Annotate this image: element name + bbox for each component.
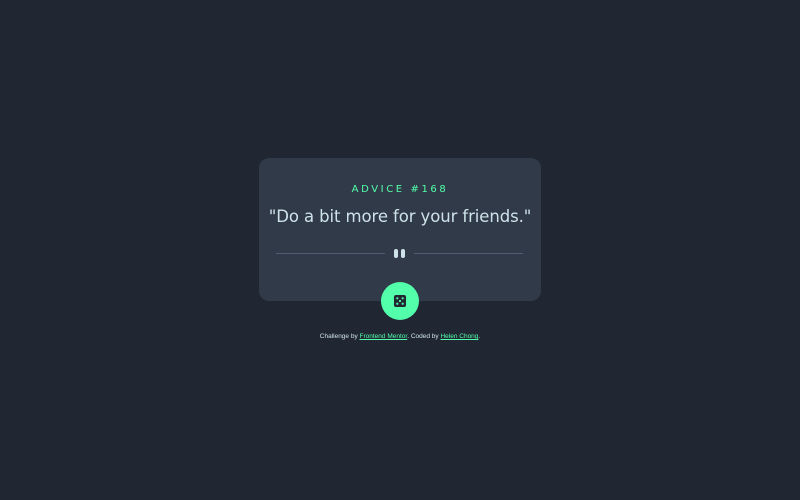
attribution-suffix: .: [478, 333, 481, 340]
attribution-prefix: Challenge by: [319, 333, 360, 340]
generate-advice-button[interactable]: [381, 282, 419, 320]
advice-card: ADVICE #168 "Do a bit more for your frie…: [259, 158, 541, 301]
author-link[interactable]: Helen Chong: [440, 333, 478, 340]
pause-icon: [394, 249, 406, 258]
frontend-mentor-link[interactable]: Frontend Mentor: [360, 333, 408, 340]
dice-icon: [394, 295, 406, 307]
attribution-middle: . Coded by: [407, 333, 441, 340]
app-stage: ADVICE #168 "Do a bit more for your frie…: [0, 0, 800, 500]
divider-line-left: [276, 253, 385, 254]
divider-line-right: [414, 253, 523, 254]
advice-number: ADVICE #168: [351, 184, 449, 195]
advice-quote: "Do a bit more for your friends.": [268, 207, 532, 226]
attribution: Challenge by Frontend Mentor. Coded by H…: [0, 333, 800, 340]
